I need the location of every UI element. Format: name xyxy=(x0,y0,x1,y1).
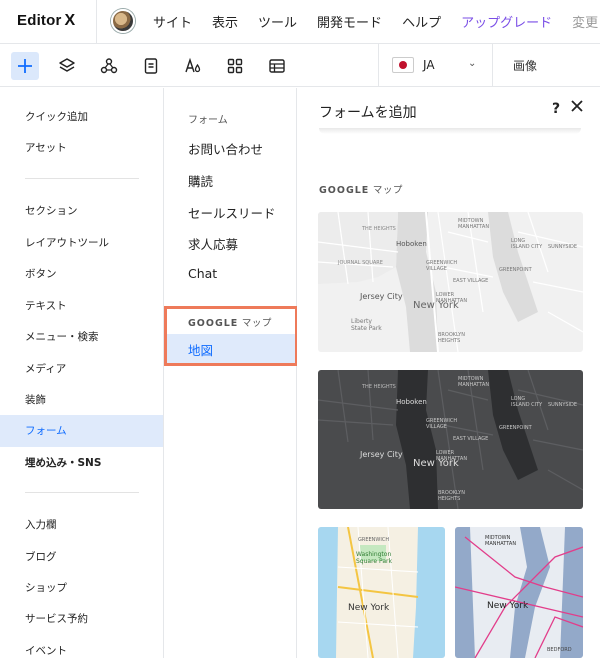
avatar[interactable] xyxy=(111,9,135,33)
pages-button[interactable] xyxy=(137,52,165,80)
language-selector[interactable]: JA xyxy=(392,57,435,73)
nav-blog[interactable]: ブログ xyxy=(0,541,163,573)
japan-flag-icon xyxy=(392,57,414,73)
grid-button[interactable] xyxy=(221,52,249,80)
editor-x-logo[interactable]: Editor X xyxy=(17,12,75,30)
chevron-down-icon[interactable]: ⌄ xyxy=(468,58,476,69)
logo-x: X xyxy=(64,12,76,29)
close-icon[interactable] xyxy=(569,98,585,114)
add-icon xyxy=(18,59,32,73)
google-maps-highlight: GOOGLE マップ 地図 xyxy=(164,306,298,366)
map-color-thumbnail[interactable]: GREENWICH Washington Square Park New Yor… xyxy=(318,527,445,658)
nav-shop[interactable]: ショップ xyxy=(0,572,163,604)
top-bar: Editor X サイト 表示 ツール 開発モード ヘルプ アップグレード 変更 xyxy=(0,0,600,44)
nav-divider-2 xyxy=(25,492,139,493)
menu-changes[interactable]: 変更 xyxy=(572,12,598,31)
map-transit-thumbnail[interactable]: MIDTOWN MANHATTAN New York BEDFORD xyxy=(455,527,583,658)
sub-subscribe[interactable]: 購読 xyxy=(188,171,213,190)
nav-sections[interactable]: セクション xyxy=(0,195,163,227)
logo-text: Editor xyxy=(17,12,62,29)
nav-assets[interactable]: アセット xyxy=(0,132,163,164)
top-menu: サイト 表示 ツール 開発モード ヘルプ アップグレード 変更 xyxy=(153,12,600,31)
grid-icon xyxy=(227,58,243,74)
sub-map-label: 地図 xyxy=(188,343,214,358)
nav-events[interactable]: イベント xyxy=(0,635,163,658)
sub-map[interactable]: 地図 xyxy=(167,334,295,363)
layers-icon xyxy=(59,58,75,72)
map-dark-thumbnail[interactable]: MIDTOWN MANHATTAN THE HEIGHTS Hoboken LO… xyxy=(318,370,583,509)
scroll-shadow xyxy=(319,128,581,134)
nav-text[interactable]: テキスト xyxy=(0,290,163,322)
menu-tools[interactable]: ツール xyxy=(258,12,297,31)
theme-icon xyxy=(185,57,201,73)
google-maps-heading: GOOGLE マップ xyxy=(188,318,272,329)
nav-decor[interactable]: 装飾 xyxy=(0,384,163,416)
table-button[interactable] xyxy=(263,52,291,80)
sub-job-application[interactable]: 求人応募 xyxy=(188,234,238,253)
nav-media[interactable]: メディア xyxy=(0,353,163,385)
menu-dev-mode[interactable]: 開発モード xyxy=(317,12,382,31)
nav-embed-social[interactable]: 埋め込み・SNS xyxy=(0,447,163,479)
forms-heading: フォーム xyxy=(188,115,228,126)
map-dark-graphic xyxy=(318,370,583,509)
theme-button[interactable] xyxy=(179,52,207,80)
apps-button[interactable] xyxy=(95,52,123,80)
panel-title: フォームを追加 xyxy=(319,105,417,121)
forms-subcategories: フォーム お問い合わせ 購読 セールスリード 求人応募 Chat GOOGLE … xyxy=(164,88,298,658)
nav-menu-search[interactable]: メニュー・検索 xyxy=(0,321,163,353)
add-panel-categories: クイック追加 アセット セクション レイアウトツール ボタン テキスト メニュー… xyxy=(0,88,164,658)
nav-input[interactable]: 入力欄 xyxy=(0,509,163,541)
toolbar-divider-2 xyxy=(492,44,493,87)
add-form-panel: フォームを追加 ? GOOGLE マップ MIDTOWN MANHATTAN T… xyxy=(297,88,600,658)
menu-site[interactable]: サイト xyxy=(153,12,192,31)
sub-chat[interactable]: Chat xyxy=(188,266,217,281)
nav-quick-add[interactable]: クイック追加 xyxy=(0,101,163,133)
help-icon[interactable]: ? xyxy=(552,101,560,117)
toolbar-divider xyxy=(378,44,379,87)
menu-help[interactable]: ヘルプ xyxy=(402,12,441,31)
pages-icon xyxy=(144,58,158,74)
table-icon xyxy=(269,59,285,73)
nav-bookings[interactable]: サービス予約 xyxy=(0,603,163,635)
menu-view[interactable]: 表示 xyxy=(212,12,238,31)
nav-layout-tools[interactable]: レイアウトツール xyxy=(0,227,163,259)
sub-contact[interactable]: お問い合わせ xyxy=(188,139,263,158)
map-transit-graphic xyxy=(455,527,583,658)
nav-divider xyxy=(25,178,139,179)
add-button[interactable] xyxy=(11,52,39,80)
map-color-graphic xyxy=(318,527,445,658)
map-light-thumbnail[interactable]: MIDTOWN MANHATTAN THE HEIGHTS Hoboken LO… xyxy=(318,212,583,352)
toolbar: JA ⌄ 画像 xyxy=(0,44,600,87)
nav-buttons[interactable]: ボタン xyxy=(0,258,163,290)
image-label: 画像 xyxy=(513,59,538,73)
google-maps-section-heading: GOOGLE マップ xyxy=(319,185,403,196)
menu-upgrade[interactable]: アップグレード xyxy=(461,12,552,31)
layers-button[interactable] xyxy=(53,52,81,80)
sub-sales-lead[interactable]: セールスリード xyxy=(188,203,276,222)
apps-icon xyxy=(100,58,118,74)
header-divider xyxy=(96,0,97,44)
language-code: JA xyxy=(423,58,435,72)
nav-forms[interactable]: フォーム xyxy=(0,415,163,447)
